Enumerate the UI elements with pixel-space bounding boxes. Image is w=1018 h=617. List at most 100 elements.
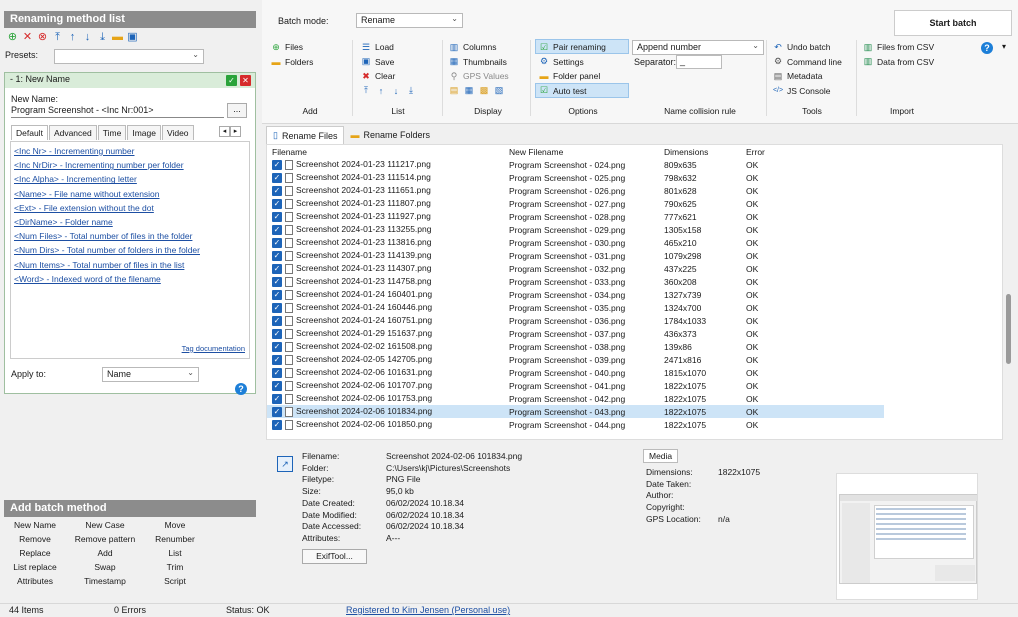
tag-link[interactable]: <Num Items> - Total number of files in t… <box>14 258 246 272</box>
batch-mode-dropdown[interactable]: Rename ⌄ <box>356 13 463 28</box>
method-renumber[interactable]: Renumber <box>140 534 210 544</box>
add-files-button[interactable]: ⊕ Files <box>270 40 313 55</box>
auto-test-toggle[interactable]: ☑ Auto test <box>538 84 606 99</box>
method-list[interactable]: List <box>140 548 210 558</box>
row-checkbox-icon[interactable]: ✓ <box>272 380 282 391</box>
move-bottom-icon[interactable]: ⤓ <box>405 85 417 96</box>
table-row[interactable]: ✓ Screenshot 2024-02-06 101850.png Program… <box>267 418 884 431</box>
table-row[interactable]: ✓ Screenshot 2024-01-23 114139.png Program… <box>267 249 884 262</box>
table-row[interactable]: ✓ Screenshot 2024-02-06 101753.png Program… <box>267 392 884 405</box>
js-console-button[interactable]: </> JS Console <box>772 84 842 99</box>
move-top-icon[interactable]: ⤒ <box>51 31 64 44</box>
data-from-csv-button[interactable]: ▥ Data from CSV <box>862 55 934 70</box>
enable-checkbox-icon[interactable]: ✓ <box>226 75 237 86</box>
clear-methods-icon[interactable]: ⊗ <box>36 31 49 44</box>
gps-values-button[interactable]: ⚲ GPS Values <box>448 69 509 84</box>
column-header-dimensions[interactable]: Dimensions <box>662 145 744 158</box>
row-checkbox-icon[interactable]: ✓ <box>272 237 282 248</box>
move-up-icon[interactable]: ↑ <box>66 31 79 44</box>
clear-list-button[interactable]: ✖ Clear <box>360 69 420 84</box>
collision-rule-dropdown[interactable]: Append number ⌄ <box>632 40 764 55</box>
method-item-header[interactable]: - 1: New Name ✓ ✕ <box>5 73 255 88</box>
column-header-error[interactable]: Error <box>744 145 884 158</box>
method-remove[interactable]: Remove <box>0 534 70 544</box>
table-row[interactable]: ✓ Screenshot 2024-02-02 161508.png Program… <box>267 340 884 353</box>
row-checkbox-icon[interactable]: ✓ <box>272 276 282 287</box>
pair-renaming-toggle[interactable]: ☑ Pair renaming <box>538 40 606 55</box>
row-checkbox-icon[interactable]: ✓ <box>272 211 282 222</box>
tag-link[interactable]: <Inc NrDir> - Incrementing number per fo… <box>14 158 246 172</box>
add-method-icon[interactable]: ⊕ <box>6 31 19 44</box>
move-bottom-icon[interactable]: ⤓ <box>96 31 109 44</box>
tab-default[interactable]: Default <box>11 125 48 140</box>
scroll-left-icon[interactable]: ◂ <box>219 126 230 137</box>
save-list-button[interactable]: ▣ Save <box>360 55 420 70</box>
vertical-scrollbar[interactable] <box>1004 144 1014 440</box>
method-new-case[interactable]: New Case <box>70 520 140 530</box>
registration-link[interactable]: Registered to Kim Jensen (Personal use) <box>346 605 510 615</box>
table-row[interactable]: ✓ Screenshot 2024-01-23 114758.png Program… <box>267 275 884 288</box>
table-row[interactable]: ✓ Screenshot 2024-02-06 101631.png Program… <box>267 366 884 379</box>
table-row[interactable]: ✓ Screenshot 2024-02-06 101834.png Program… <box>267 405 884 418</box>
tab-image[interactable]: Image <box>127 125 161 140</box>
row-checkbox-icon[interactable]: ✓ <box>272 250 282 261</box>
method-remove-pattern[interactable]: Remove pattern <box>70 534 140 544</box>
table-row[interactable]: ✓ Screenshot 2024-01-24 160751.png Program… <box>267 314 884 327</box>
chevron-down-icon[interactable]: ▾ <box>1002 42 1006 51</box>
row-checkbox-icon[interactable]: ✓ <box>272 354 282 365</box>
tag-picker-button[interactable]: ... <box>227 103 247 118</box>
tag-link[interactable]: <Ext> - File extension without the dot <box>14 201 246 215</box>
tag-link[interactable]: <Inc Alpha> - Incrementing letter <box>14 172 246 186</box>
method-attributes[interactable]: Attributes <box>0 576 70 586</box>
add-folders-button[interactable]: ▬ Folders <box>270 55 314 70</box>
move-down-icon[interactable]: ↓ <box>81 31 94 44</box>
move-down-icon[interactable]: ↓ <box>390 86 402 96</box>
new-name-input[interactable]: Program Screenshot - <Inc Nr:001> <box>11 104 224 118</box>
row-checkbox-icon[interactable]: ✓ <box>272 341 282 352</box>
apply-to-dropdown[interactable]: Name ⌄ <box>102 367 199 382</box>
tab-rename-folders[interactable]: ▬ Rename Folders <box>344 126 436 144</box>
tab-video[interactable]: Video <box>161 125 194 140</box>
table-row[interactable]: ✓ Screenshot 2024-01-23 114307.png Program… <box>267 262 884 275</box>
tag-link[interactable]: <Num Dirs> - Total number of folders in … <box>14 243 246 257</box>
undo-batch-button[interactable]: ↶ Undo batch <box>772 40 842 55</box>
tag-link[interactable]: <Word> - Indexed word of the filename <box>14 272 246 286</box>
method-new-name[interactable]: New Name <box>0 520 70 530</box>
method-swap[interactable]: Swap <box>70 562 140 572</box>
method-move[interactable]: Move <box>140 520 210 530</box>
remove-item-icon[interactable]: ✕ <box>240 75 251 86</box>
move-top-icon[interactable]: ⤒ <box>360 85 372 96</box>
table-row[interactable]: ✓ Screenshot 2024-02-05 142705.png Program… <box>267 353 884 366</box>
table-row[interactable]: ✓ Screenshot 2024-01-24 160401.png Program… <box>267 288 884 301</box>
load-list-button[interactable]: ☰ Load <box>360 40 420 55</box>
row-checkbox-icon[interactable]: ✓ <box>272 289 282 300</box>
delete-method-icon[interactable]: ✕ <box>21 31 34 44</box>
help-icon[interactable]: ? <box>235 383 247 395</box>
row-checkbox-icon[interactable]: ✓ <box>272 419 282 430</box>
command-line-button[interactable]: ⚙ Command line <box>772 55 842 70</box>
row-checkbox-icon[interactable]: ✓ <box>272 328 282 339</box>
row-checkbox-icon[interactable]: ✓ <box>272 224 282 235</box>
tab-advanced[interactable]: Advanced <box>48 125 97 140</box>
method-list-replace[interactable]: List replace <box>0 562 70 572</box>
column-header-new-filename[interactable]: New Filename <box>507 145 662 158</box>
row-checkbox-icon[interactable]: ✓ <box>272 367 282 378</box>
large-icons-icon[interactable]: ▩ <box>478 85 490 96</box>
row-checkbox-icon[interactable]: ✓ <box>272 393 282 404</box>
help-icon[interactable]: ? <box>981 42 993 54</box>
separator-input[interactable]: _ <box>676 55 722 69</box>
row-checkbox-icon[interactable]: ✓ <box>272 263 282 274</box>
table-row[interactable]: ✓ Screenshot 2024-01-29 151637.png Program… <box>267 327 884 340</box>
files-from-csv-button[interactable]: ▥ Files from CSV <box>862 40 934 55</box>
save-icon[interactable]: ▣ <box>126 31 139 44</box>
small-icons-icon[interactable]: ▦ <box>463 85 475 96</box>
thumbnails-button[interactable]: ▦ Thumbnails <box>448 55 509 70</box>
row-checkbox-icon[interactable]: ✓ <box>272 172 282 183</box>
column-header-filename[interactable]: Filename <box>267 145 507 158</box>
table-row[interactable]: ✓ Screenshot 2024-01-23 111927.png Program… <box>267 210 884 223</box>
row-checkbox-icon[interactable]: ✓ <box>272 198 282 209</box>
scrollbar-thumb[interactable] <box>1006 294 1011 364</box>
tag-link[interactable]: <DirName> - Folder name <box>14 215 246 229</box>
tab-media[interactable]: Media <box>643 449 679 463</box>
method-timestamp[interactable]: Timestamp <box>70 576 140 586</box>
